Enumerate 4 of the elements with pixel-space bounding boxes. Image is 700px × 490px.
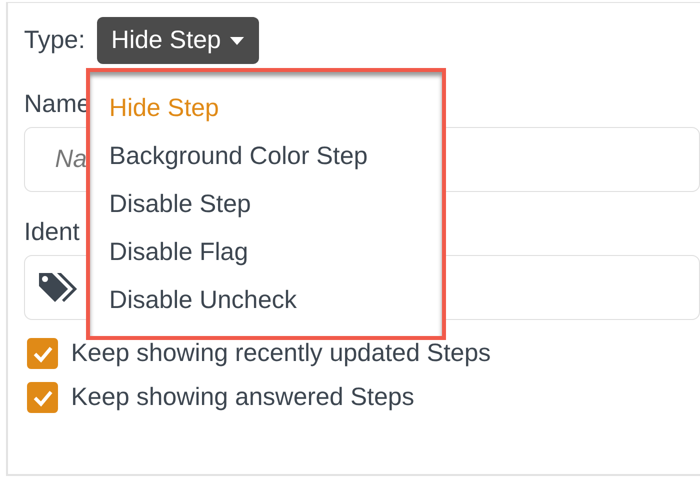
identifier-label: Ident: [24, 218, 81, 247]
checkbox-label: Keep showing recently updated Steps: [71, 339, 491, 368]
type-label: Type:: [24, 26, 86, 55]
checkbox-label: Keep showing answered Steps: [71, 383, 414, 412]
